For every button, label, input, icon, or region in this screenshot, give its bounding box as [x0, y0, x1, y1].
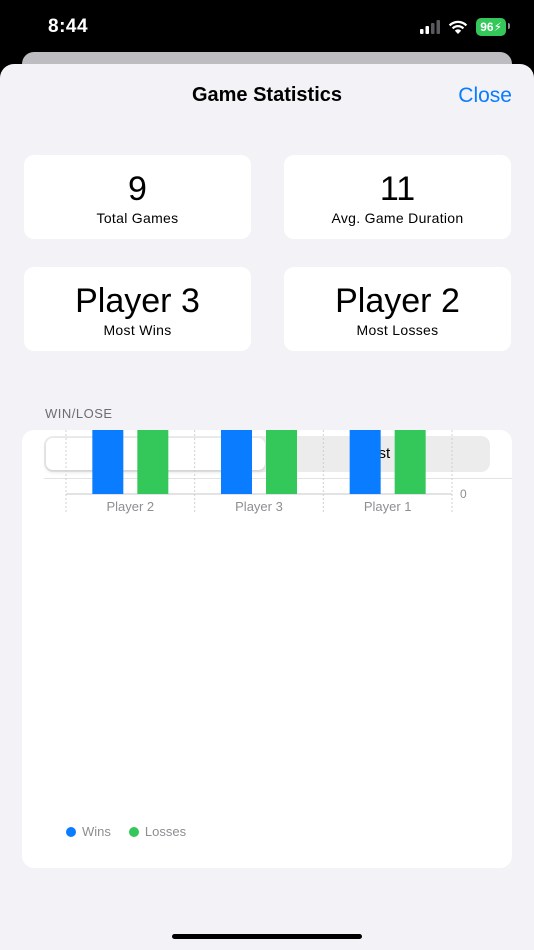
stat-card-most-wins: Player 3 Most Wins: [24, 267, 251, 351]
stat-label: Avg. Game Duration: [331, 210, 464, 226]
stat-value: 9: [128, 170, 147, 208]
y-tick-label: 0: [460, 487, 467, 501]
stat-value: 11: [379, 170, 416, 208]
x-tick-label: Player 1: [364, 499, 412, 514]
stat-value: Player 3: [75, 282, 200, 320]
stat-label: Most Wins: [103, 322, 172, 338]
legend-item-losses: Losses: [128, 824, 187, 839]
chart-card: Bar List 0246Player 2Player 3Player 1 Wi…: [22, 430, 512, 868]
statistics-sheet: Game Statistics Close 9 Total Games 11 A…: [0, 64, 534, 950]
wifi-icon: [449, 20, 468, 34]
bar-chart: 0246Player 2Player 3Player 1: [65, 430, 467, 514]
chart-legend: Wins Losses: [66, 824, 186, 839]
x-tick-label: Player 2: [106, 499, 154, 514]
bar-losses-player-3: [266, 430, 297, 494]
legend-label: Wins: [82, 824, 111, 839]
legend-item-wins: Wins: [66, 824, 111, 839]
bar-wins-player-3: [221, 430, 252, 494]
close-button[interactable]: Close: [458, 84, 512, 108]
stat-label: Total Games: [96, 210, 179, 226]
x-tick-label: Player 3: [235, 499, 283, 514]
stat-label: Most Losses: [356, 322, 439, 338]
legend-dot-losses: [128, 826, 139, 837]
battery-indicator: 96⚡: [476, 18, 510, 36]
cellular-signal-icon: [420, 20, 441, 34]
bar-wins-player-2: [92, 430, 124, 494]
charging-bolt-icon: ⚡: [493, 20, 502, 34]
status-bar: 8:44 96⚡: [0, 0, 534, 56]
stat-card-most-losses: Player 2 Most Losses: [284, 267, 511, 351]
legend-dot-wins: [66, 826, 76, 837]
stat-card-total-games: 9 Total Games: [24, 155, 251, 239]
stat-value: Player 2: [335, 282, 460, 320]
status-icons: 96⚡: [420, 18, 510, 36]
section-header: WIN/LOSE: [45, 406, 113, 421]
page-title: Game Statistics: [191, 84, 343, 106]
status-time: 8:44: [48, 16, 89, 37]
legend-label: Losses: [144, 824, 187, 839]
bar-wins-player-1: [349, 430, 381, 494]
stat-card-avg-duration: 11 Avg. Game Duration: [284, 155, 511, 239]
bar-losses-player-1: [394, 430, 426, 494]
bar-losses-player-2: [137, 430, 169, 494]
battery-level: 96: [480, 20, 494, 34]
home-indicator: [172, 934, 362, 939]
